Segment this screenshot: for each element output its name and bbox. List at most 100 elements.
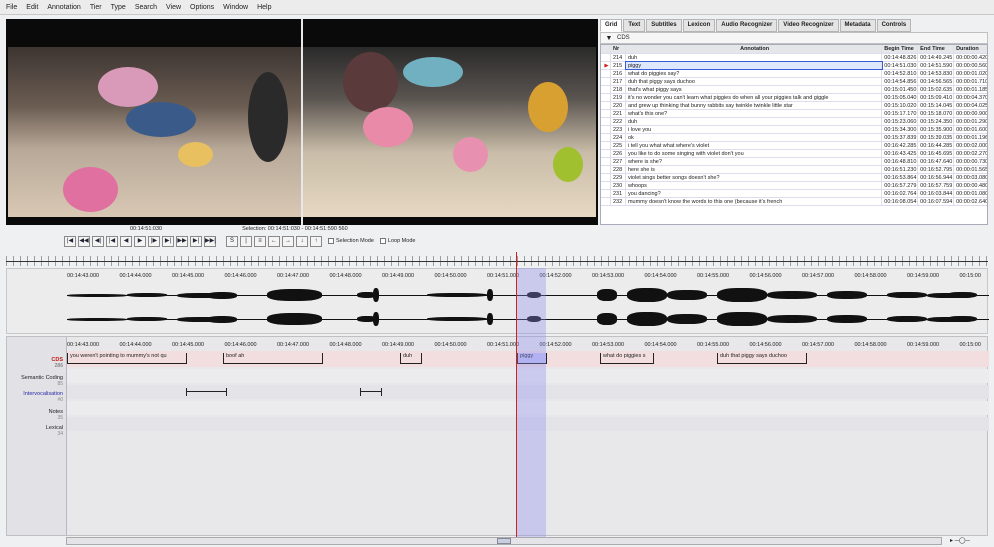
navigation-button-icon[interactable]: → (282, 235, 294, 247)
grid-row[interactable]: 217 duh that piggy says duchoo 00:14:54.85… (601, 78, 987, 86)
cell-duration: 00:00:01.196 (956, 135, 987, 141)
annotation-segment[interactable]: duh (400, 353, 422, 364)
grid-row[interactable]: 231 you dancing? 00:16:02.764 00:16:03.844 0… (601, 190, 987, 198)
tier-name-lexical[interactable]: Lexical 34 (46, 425, 63, 437)
transport-button-icon[interactable]: ▶| (190, 235, 202, 247)
grid-row[interactable]: 224 ok 00:15:37.839 00:15:39.035 00:00:01.19… (601, 134, 987, 142)
col-nr[interactable]: Nr (611, 45, 626, 53)
grid-row[interactable]: 218 that's what piggy says 00:15:01.450 00:… (601, 86, 987, 94)
cell-nr: 229 (611, 174, 626, 181)
transport-button-icon[interactable]: ▶▶ (176, 235, 188, 247)
menu-edit[interactable]: Edit (26, 4, 38, 11)
grid-row[interactable]: 228 here she is 00:16:51.230 00:16:52.795 00… (601, 166, 987, 174)
transport-button-icon[interactable]: ▶| (162, 235, 174, 247)
grid-row[interactable]: 216 what do piggies say? 00:14:52.810 00:14… (601, 70, 987, 78)
annotation-segment[interactable]: you weren't pointing to mummy's not qu (67, 353, 187, 364)
grid-row[interactable]: 229 violet sings better songs doesn't she… (601, 174, 987, 182)
menu-search[interactable]: Search (135, 4, 157, 11)
col-begin-time[interactable]: Begin Time (882, 45, 919, 53)
waveform-burst (267, 313, 322, 325)
cell-duration: 00:00:04.370 (956, 95, 987, 101)
transport-button-icon[interactable]: ◀ (120, 235, 132, 247)
grid-row[interactable]: 227 where is she? 00:16:48.810 00:16:47.640… (601, 158, 987, 166)
menu-type[interactable]: Type (111, 4, 126, 11)
tier-name-cds[interactable]: CDS 286 (51, 357, 63, 369)
checkbox-box[interactable] (379, 238, 386, 244)
menu-window[interactable]: Window (223, 4, 248, 11)
selection-mode-checkbox[interactable]: Selection Mode (328, 238, 374, 244)
row-marker (601, 102, 611, 109)
transport-button-icon[interactable]: ◀| (92, 235, 104, 247)
ruler-tick-label: 00:14:51.000 (487, 273, 520, 279)
cell-begin-time: 00:16:53.864 (884, 174, 919, 181)
grid-row[interactable]: 220 and grew up thinking that bunny rabbi… (601, 102, 987, 110)
tier-name-semantic-coding[interactable]: Semantic Coding 85 (21, 375, 63, 387)
tab-subtitles[interactable]: Subtitles (646, 19, 682, 32)
tab-metadata[interactable]: Metadata (839, 19, 876, 32)
transport-button-icon[interactable]: ▶▶| (204, 235, 216, 247)
tier-name-notes[interactable]: Notes 35 (49, 409, 63, 421)
col-duration[interactable]: Duration (954, 45, 987, 53)
menu-help[interactable]: Help (257, 4, 271, 11)
annotation-grid[interactable]: Nr Annotation Begin Time End Time Durati… (600, 44, 988, 225)
grid-row[interactable]: 222 duh 00:15:23.060 00:15:24.350 00:00:01.2… (601, 118, 987, 126)
grid-row[interactable]: 232 mummy doesn't know the words to this … (601, 198, 987, 206)
cell-duration: 00:00:01.185 (956, 87, 987, 93)
time-selection[interactable] (516, 268, 546, 538)
ruler-tick-label: 00:14:44.000 (119, 273, 152, 279)
dropdown-arrow-icon[interactable]: ▼ (601, 35, 617, 42)
navigation-button-icon[interactable]: ≡ (254, 235, 266, 247)
transport-button-icon[interactable]: |▶ (148, 235, 160, 247)
grid-row[interactable]: 221 what's this one? 00:15:17.170 00:15:18.… (601, 110, 987, 118)
tab-video-recognizer[interactable]: Video Recognizer (778, 19, 839, 32)
menu-annotation[interactable]: Annotation (47, 4, 80, 11)
transport-button-icon[interactable]: ▶ (134, 235, 146, 247)
scrollbar-thumb[interactable] (497, 538, 511, 544)
grid-row[interactable]: ▶ 215 piggy 00:14:51.030 00:14:51.590 00:00:0… (601, 61, 987, 70)
playhead-cursor[interactable] (516, 252, 517, 538)
video-viewer[interactable] (6, 19, 598, 225)
tab-grid[interactable]: Grid (600, 19, 623, 32)
grid-row[interactable]: 230 whoops 00:16:57.279 00:16:57.759 00:00:0… (601, 182, 987, 190)
horizontal-scrollbar[interactable] (66, 537, 942, 545)
menu-file[interactable]: File (6, 4, 17, 11)
navigation-button-icon[interactable]: ↓ (296, 235, 308, 247)
intervocal-span[interactable] (186, 388, 227, 396)
tab-audio-recognizer[interactable]: Audio Recognizer (716, 19, 778, 32)
tier-name-intervocalisation[interactable]: Intervocalisation #0 (23, 391, 63, 403)
cell-annotation: duh (626, 54, 883, 61)
ruler-tick-label: 00:14:57.000 (802, 342, 835, 348)
menu-view[interactable]: View (166, 4, 181, 11)
tab-lexicon[interactable]: Lexicon (682, 19, 716, 32)
loop-mode-checkbox[interactable]: Loop Mode (379, 238, 415, 244)
annotation-segment[interactable]: what do piggies s (600, 353, 654, 364)
ruler-tick-label: 00:14:47.000 (277, 273, 310, 279)
grid-row[interactable]: 214 duh 00:14:48.826 00:14:49.245 00:00:00.4… (601, 54, 987, 62)
zoom-slider[interactable]: ▸ ─◯─ (950, 537, 988, 545)
grid-row[interactable]: 219 it's no wonder you can't learn what p… (601, 94, 987, 102)
menu-tier[interactable]: Tier (90, 4, 102, 11)
checkbox-box[interactable] (328, 238, 334, 244)
annotation-segment[interactable]: duh that piggy says duchoo (717, 353, 807, 364)
col-annotation[interactable]: Annotation (626, 45, 883, 53)
col-end-time[interactable]: End Time (918, 45, 955, 53)
tab-controls[interactable]: Controls (876, 19, 912, 32)
menu-options[interactable]: Options (190, 4, 214, 11)
grid-row[interactable]: 226 you like to do some singing with viol… (601, 150, 987, 158)
cell-duration: 00:00:04.025 (956, 103, 987, 109)
tier-selector[interactable]: ▼ CDS (600, 32, 988, 44)
transport-button-icon[interactable]: |◀ (64, 235, 76, 247)
waveform-viewer[interactable]: 00:14:43.000 00:14:44.000 00:14:45.000 00:1… (6, 268, 989, 334)
navigation-button-icon[interactable]: ← (268, 235, 280, 247)
grid-row[interactable]: 223 i love you 00:15:34.300 00:15:35.900 00:… (601, 126, 987, 134)
transport-button-icon[interactable]: ◀◀ (78, 235, 90, 247)
annotation-segment[interactable]: boof ah (223, 353, 323, 364)
tab-text[interactable]: Text (623, 19, 646, 32)
grid-row[interactable]: 225 i tell you what what where's violet 00… (601, 142, 987, 150)
transport-button-icon[interactable]: |◀ (106, 235, 118, 247)
navigation-button-icon[interactable]: ↑ (310, 235, 322, 247)
navigation-button-icon[interactable]: S (226, 235, 238, 247)
intervocal-span[interactable] (360, 388, 382, 396)
ruler-tick-label: 00:14:56.000 (749, 273, 782, 279)
navigation-button-icon[interactable]: | (240, 235, 252, 247)
